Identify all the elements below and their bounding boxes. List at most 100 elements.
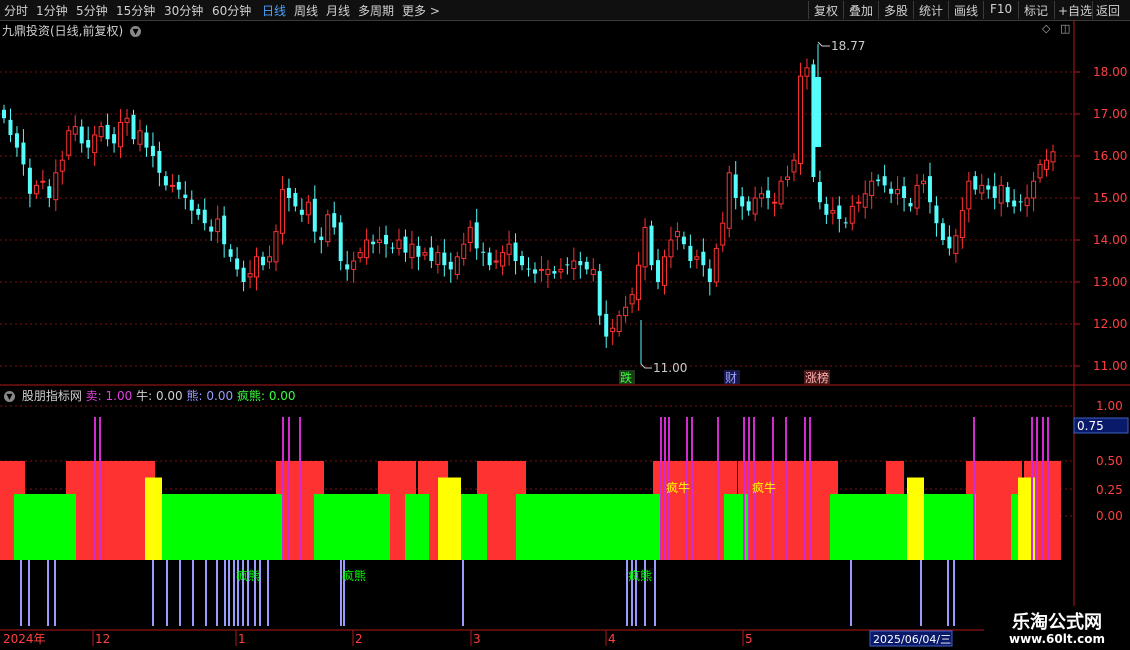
candle-up [668, 239, 674, 258]
candle-down [934, 205, 939, 224]
candle-up [797, 75, 803, 165]
candle-up [1037, 163, 1043, 179]
candle-down [688, 245, 693, 261]
candle-down [532, 269, 537, 274]
candle-down [992, 186, 997, 198]
bear-zone-bar [145, 477, 162, 560]
candle-down [2, 109, 6, 119]
candle-up [59, 159, 65, 172]
candle-down [1018, 201, 1023, 203]
candle-up [169, 184, 175, 187]
crazy-bear-value: 0.00 [268, 389, 296, 403]
candle-down [390, 247, 395, 249]
candle-down [345, 264, 350, 270]
candle-up [623, 306, 629, 317]
cursor-date: 2025/06/04/三 [873, 633, 951, 646]
candle-up [305, 201, 311, 216]
candle-up [422, 252, 428, 256]
candle-up [979, 184, 985, 194]
event-marker-finance[interactable]: 财 [725, 371, 737, 385]
candle-up [325, 214, 331, 243]
candle-down [649, 225, 654, 266]
low-price-label: 11.00 [653, 361, 687, 375]
candle-down [584, 261, 589, 270]
candle-down [338, 222, 343, 261]
candle-up [856, 201, 862, 204]
candle-down [811, 64, 816, 177]
candle-down [940, 223, 945, 240]
candle-up [610, 327, 616, 333]
candle-down [882, 176, 887, 186]
candle-up [33, 184, 39, 195]
candle-up [1044, 159, 1050, 170]
event-marker-limit-up[interactable]: 涨榜 [805, 370, 829, 385]
candle-down [565, 264, 570, 266]
candle-up [759, 193, 765, 199]
candle-down [261, 256, 266, 266]
candle-up [266, 256, 272, 263]
candle-down [766, 190, 771, 198]
candle-down [21, 142, 26, 165]
candle-down [14, 133, 19, 148]
bull-zone-bar [516, 494, 662, 560]
date-tick: 12 [95, 632, 110, 646]
bull-zone-bar [14, 494, 76, 560]
candle-down [163, 176, 168, 186]
candle-up [72, 126, 78, 135]
candle-up [674, 231, 680, 238]
candle-down [442, 252, 447, 266]
candle-up [726, 172, 732, 229]
candle-up [895, 189, 901, 195]
candle-down [487, 252, 492, 266]
crazy-bull-label: 疯牛 [666, 480, 690, 495]
candle-down [131, 114, 136, 140]
candle-up [1031, 180, 1037, 199]
candle-down [144, 132, 149, 148]
candle-up [98, 126, 104, 138]
candle-down [47, 186, 52, 198]
bear-zone-bar [438, 477, 461, 560]
bull-label: 牛: [136, 389, 153, 403]
price-tick: 15.00 [1093, 191, 1127, 205]
candle-down [312, 198, 317, 232]
candle-down [150, 145, 155, 156]
indicator-tick: 0.50 [1096, 454, 1123, 468]
date-tick: 2024年 [3, 632, 46, 646]
candle-down [1012, 200, 1017, 207]
candle-up [118, 121, 124, 148]
candle-up [137, 130, 143, 145]
candle-down [241, 267, 246, 282]
candle-down [86, 140, 91, 148]
candle-up [461, 243, 467, 259]
candle-up [590, 268, 596, 275]
candle-down [403, 236, 408, 253]
price-tick: 13.00 [1093, 275, 1127, 289]
candle-up [629, 294, 635, 305]
candle-up [396, 239, 402, 249]
indicator-header: ▼ 股朋指标网 卖: 1.00 牛: 0.00 熊: 0.00 疯熊: 0.00 [4, 387, 296, 404]
candle-up [804, 67, 810, 77]
candle-up [493, 260, 499, 263]
candle-up [124, 117, 130, 123]
crazy-bull-label: 疯牛 [752, 480, 776, 495]
date-tick: 4 [608, 632, 616, 646]
candle-up [467, 226, 473, 244]
candle-up [642, 226, 648, 268]
candle-up [558, 268, 564, 273]
watermark: 乐淘公式网 www.60lt.com [984, 606, 1130, 650]
candle-up [364, 239, 370, 259]
indicator-tick: 0.00 [1096, 509, 1123, 523]
candle-down [429, 247, 434, 261]
candle-down [947, 236, 952, 249]
event-marker-drop[interactable]: 跌 [620, 370, 632, 385]
candle-down [701, 251, 706, 266]
candle-up [53, 172, 59, 201]
candle-up [66, 130, 72, 156]
candle-down [176, 182, 181, 190]
candle-up [616, 315, 622, 333]
candle-down [332, 213, 337, 228]
dropdown-circle-icon[interactable]: ▼ [4, 391, 15, 402]
price-tick: 11.00 [1093, 359, 1127, 373]
candle-up [454, 256, 460, 275]
candle-down [513, 242, 518, 261]
